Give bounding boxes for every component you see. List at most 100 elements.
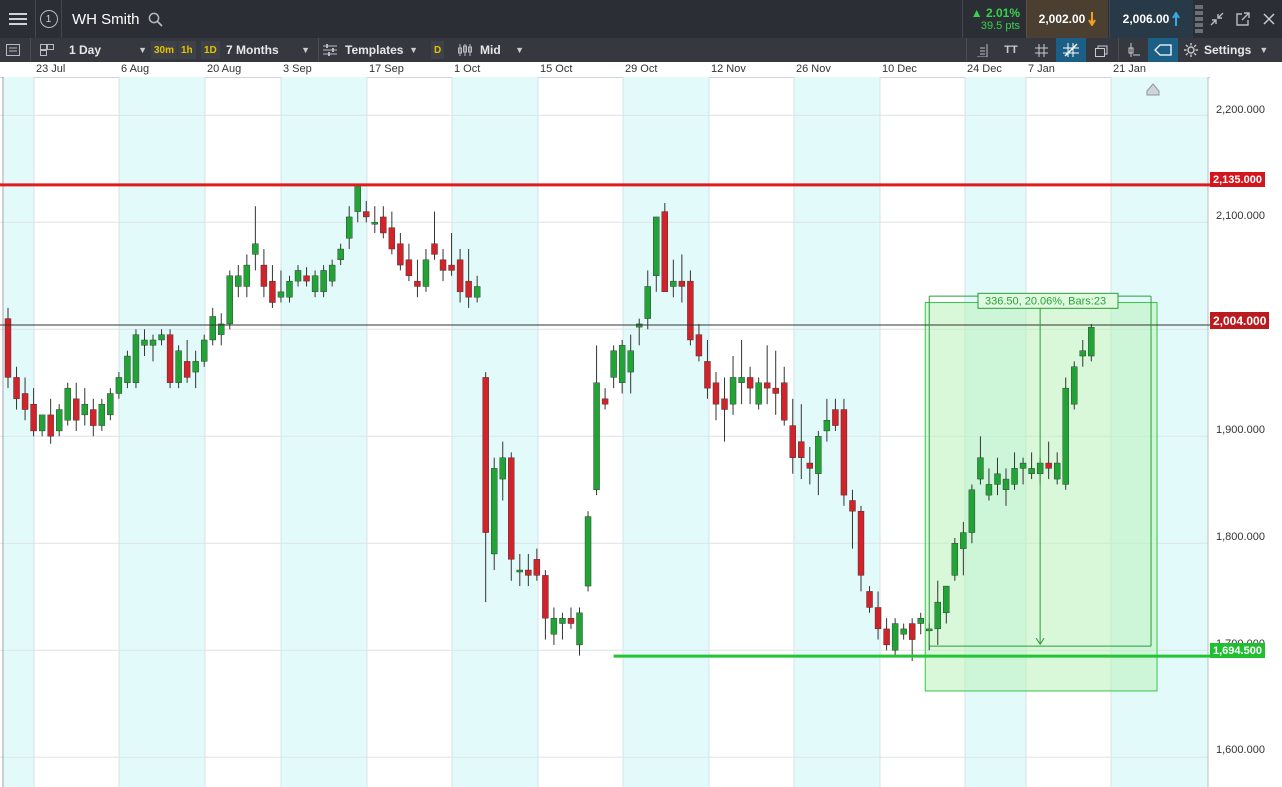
price-tick: 2,100.000 <box>1216 210 1265 222</box>
candle <box>414 259 421 298</box>
candle-body <box>1011 468 1018 485</box>
candle <box>55 404 63 437</box>
notes-icon[interactable] <box>966 38 996 62</box>
sell-price-button[interactable]: 2,002.00 <box>1026 0 1108 38</box>
candle <box>47 398 54 444</box>
windows-icon[interactable] <box>1088 38 1116 62</box>
interval-dropdown[interactable]: 1 Day ▼ <box>69 38 147 62</box>
candle-body <box>533 559 541 576</box>
candle-body <box>738 377 745 383</box>
instrument-title[interactable]: WH Smith <box>72 0 140 38</box>
buy-price-button[interactable]: 2,006.00 <box>1109 0 1193 38</box>
candle-body <box>303 275 310 282</box>
candle-body <box>908 623 916 640</box>
top-bar: 1 WH Smith ▲ 2.01% 39.5 pts 2,002.00 2,0… <box>0 0 1282 38</box>
candle-body <box>311 275 319 293</box>
interval-30m-button[interactable]: 30m <box>151 41 178 59</box>
candle-body <box>115 377 123 394</box>
candle <box>166 329 174 389</box>
candle <box>397 232 404 271</box>
candle-body <box>64 387 71 421</box>
candle-body <box>823 420 831 432</box>
candle-style-icon[interactable] <box>1118 38 1146 62</box>
candle-body <box>1079 350 1086 357</box>
price-tick: 2,200.000 <box>1216 104 1265 116</box>
candle-body <box>815 436 822 474</box>
tag-icon[interactable] <box>1148 38 1178 62</box>
collapse-icon[interactable] <box>1206 0 1228 38</box>
candle <box>491 457 498 571</box>
popout-icon[interactable] <box>1232 0 1254 38</box>
candle-body <box>380 216 387 234</box>
candle-body <box>431 243 438 255</box>
interval-1d-button[interactable]: 1D <box>201 41 220 59</box>
candle-body <box>141 339 148 346</box>
candle <box>132 329 140 389</box>
date-tick: 26 Nov <box>796 63 831 75</box>
templates-dropdown[interactable]: Templates ▼ <box>318 38 418 62</box>
candle-body <box>473 286 481 298</box>
candle <box>4 307 12 389</box>
candle-body <box>13 377 20 400</box>
list-icon[interactable] <box>6 38 20 62</box>
candle-body <box>618 345 626 383</box>
menu-icon[interactable] <box>0 0 36 38</box>
candle-body <box>499 457 506 480</box>
candle <box>584 511 592 592</box>
candle-body <box>704 361 711 389</box>
candle <box>840 398 848 506</box>
info-icon[interactable]: 1 <box>36 0 62 38</box>
price-type-dropdown[interactable]: Mid ▼ <box>458 38 524 62</box>
d-button[interactable]: D <box>431 41 445 59</box>
candle-body <box>149 339 157 346</box>
candle <box>781 366 788 426</box>
candle <box>1088 323 1095 362</box>
candle-body <box>124 355 131 383</box>
candle-body <box>209 316 216 341</box>
candle-body <box>636 323 643 328</box>
candle-body <box>1062 387 1069 485</box>
candle <box>405 243 413 282</box>
settings-dropdown[interactable]: Settings ▼ <box>1184 38 1282 62</box>
support-price-badge: 1,694.500 <box>1210 643 1265 658</box>
layout-icon[interactable] <box>30 38 62 62</box>
price-chart[interactable]: 336.50, 20.06%, Bars:23 <box>0 77 1210 787</box>
candle-body <box>226 275 233 325</box>
candle-body <box>644 286 651 319</box>
crosshair-tool-icon[interactable] <box>1056 38 1086 62</box>
grid-icon[interactable] <box>1028 38 1054 62</box>
date-tick: 20 Aug <box>207 63 242 75</box>
candle-body <box>422 259 430 287</box>
candle-body <box>346 216 353 239</box>
candle <box>567 607 575 629</box>
candle-body <box>448 264 455 271</box>
candle-body <box>559 617 566 624</box>
interval-1h-button[interactable]: 1h <box>178 41 196 59</box>
candle <box>721 377 728 442</box>
candle-body <box>414 280 421 287</box>
candle-body <box>388 227 396 250</box>
candle-body <box>508 457 515 560</box>
candle <box>38 414 46 437</box>
candle <box>64 382 71 426</box>
arrow-up-icon <box>1172 12 1181 26</box>
range-dropdown[interactable]: 7 Months ▼ <box>226 38 310 62</box>
candle <box>661 203 669 293</box>
candle-body <box>917 617 924 624</box>
search-icon[interactable] <box>145 0 165 38</box>
candle-body <box>55 409 63 432</box>
buy-price: 2,006.00 <box>1122 12 1170 26</box>
measure-box[interactable] <box>924 302 1158 692</box>
range-label: 7 Months <box>226 43 279 57</box>
text-tool-button[interactable]: TT <box>996 38 1026 62</box>
candle <box>576 607 583 656</box>
candle-body <box>286 280 293 298</box>
close-icon[interactable] <box>1258 0 1280 38</box>
candle-body <box>183 361 191 378</box>
candle <box>542 570 549 640</box>
candle <box>235 265 242 298</box>
date-tick: 15 Oct <box>540 63 573 75</box>
candle-body <box>840 409 848 496</box>
candle <box>883 618 890 651</box>
candle <box>260 249 268 298</box>
